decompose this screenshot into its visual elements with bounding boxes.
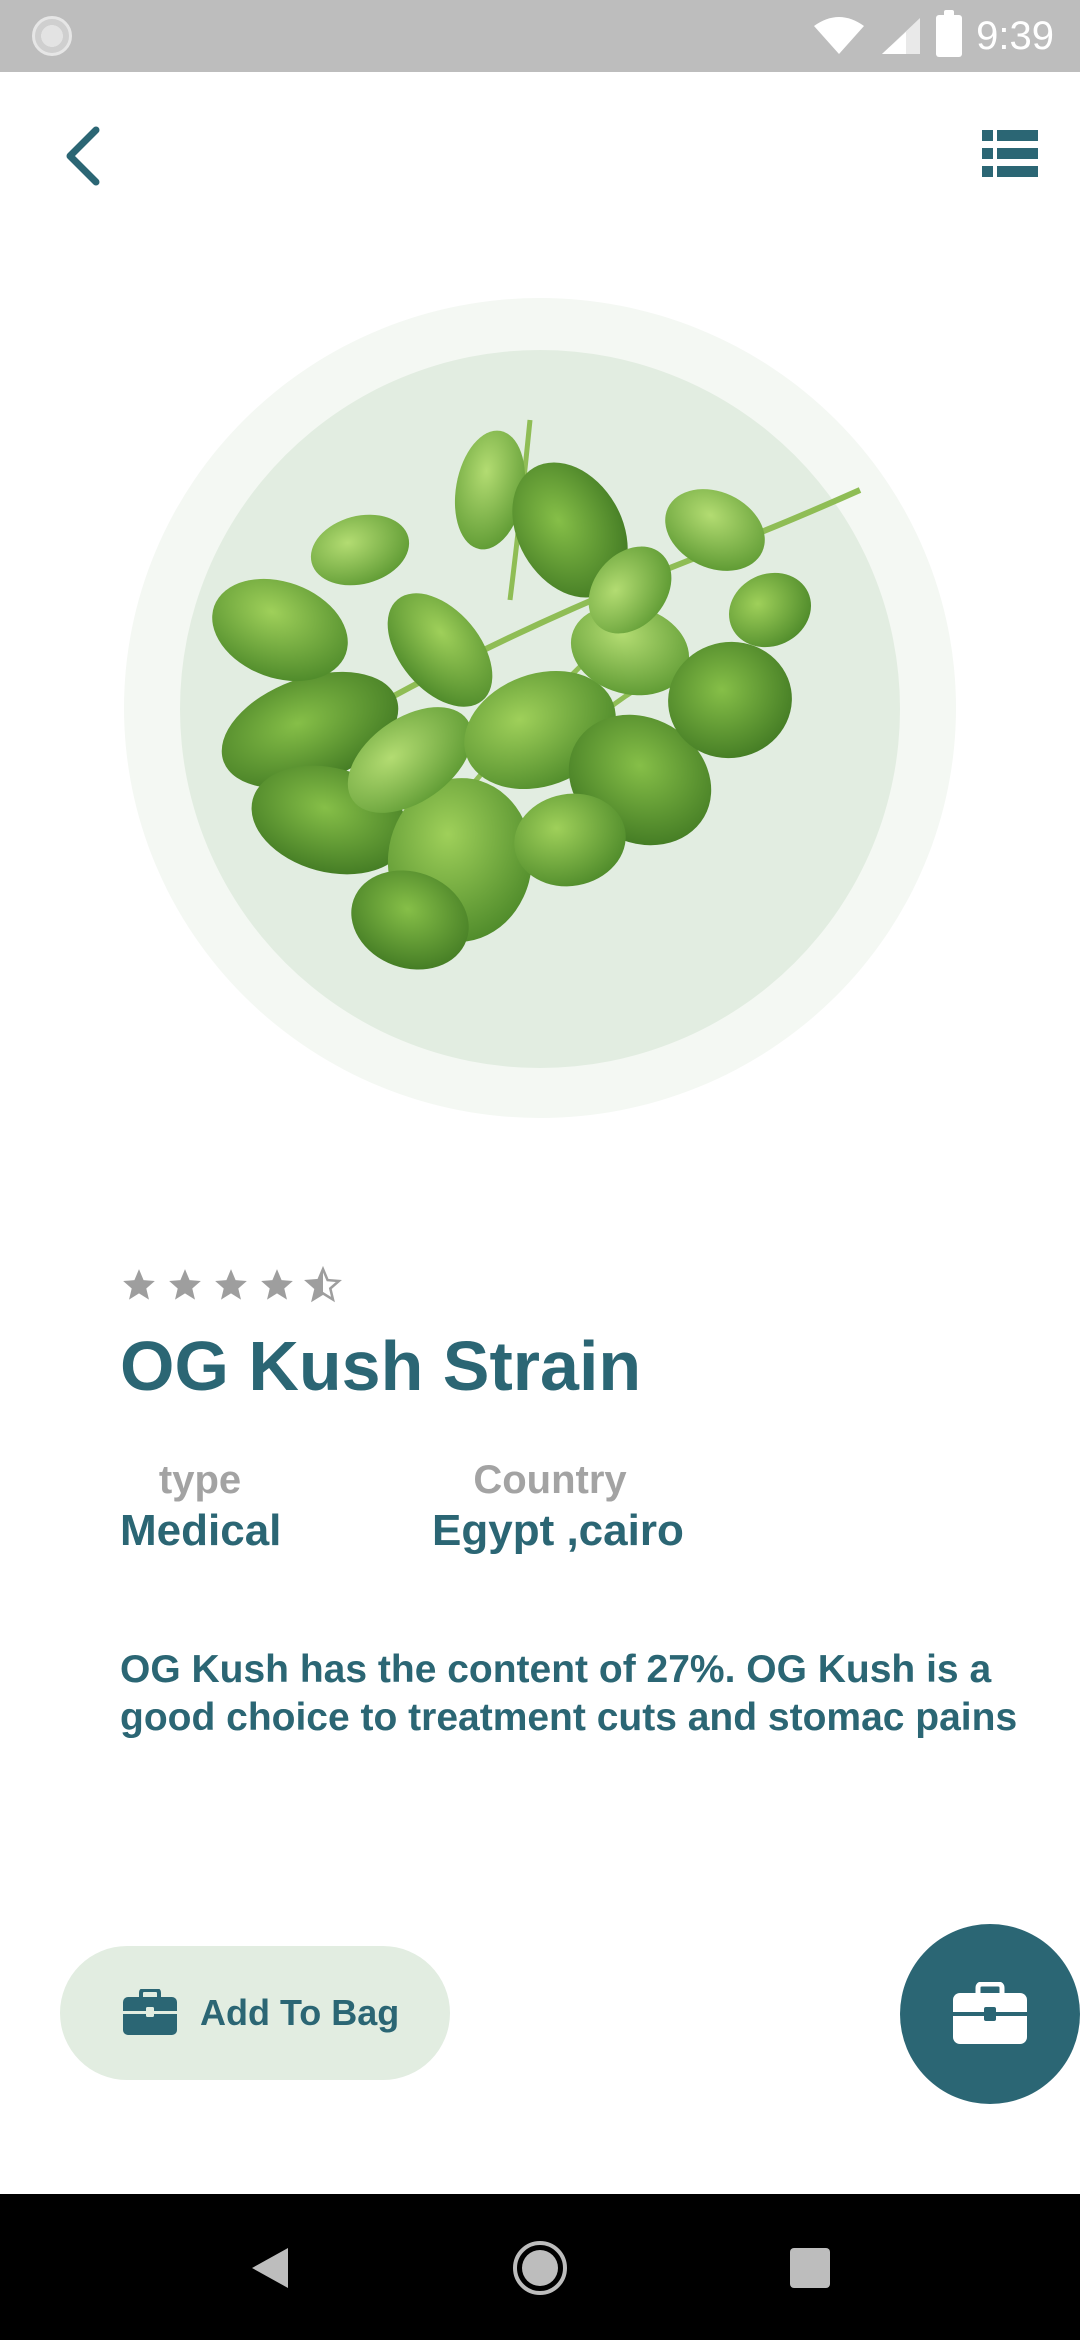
star-icon xyxy=(215,1269,247,1300)
notification-icon xyxy=(32,16,72,56)
add-to-bag-button[interactable]: Add To Bag xyxy=(60,1946,450,2080)
signal-icon xyxy=(882,18,921,54)
nav-home-icon[interactable] xyxy=(512,2240,568,2296)
briefcase-icon xyxy=(953,1982,1027,2044)
list-icon xyxy=(982,130,1038,177)
country-label: Country xyxy=(473,1458,627,1502)
bag-fab-button[interactable] xyxy=(900,1924,1080,2104)
nav-back-icon[interactable] xyxy=(250,2246,290,2290)
status-bar: 9:39 xyxy=(0,0,1080,72)
star-rating xyxy=(120,1266,342,1304)
add-to-bag-label: Add To Bag xyxy=(200,1992,400,2033)
type-value: Medical xyxy=(120,1506,282,1555)
type-label: type xyxy=(158,1458,242,1502)
star-half-icon xyxy=(304,1266,342,1303)
product-title: OG Kush Strain xyxy=(120,1327,642,1405)
list-view-button[interactable] xyxy=(980,126,1040,182)
wifi-icon xyxy=(814,17,865,54)
back-button[interactable] xyxy=(56,120,120,192)
product-description: OG Kush has the content of 27%. OG Kush … xyxy=(120,1648,1018,1739)
nav-recents-icon[interactable] xyxy=(790,2248,830,2288)
herb-leaves-image xyxy=(212,419,862,970)
status-icons: 9:39 xyxy=(812,8,1054,64)
status-time: 9:39 xyxy=(976,13,1054,58)
battery-icon xyxy=(936,10,963,57)
country-value: Egypt ,cairo xyxy=(432,1506,684,1555)
chevron-left-icon xyxy=(66,126,100,186)
star-icon xyxy=(261,1269,293,1300)
star-icon xyxy=(169,1269,201,1300)
briefcase-icon xyxy=(123,1989,177,2035)
star-icon xyxy=(123,1269,155,1300)
